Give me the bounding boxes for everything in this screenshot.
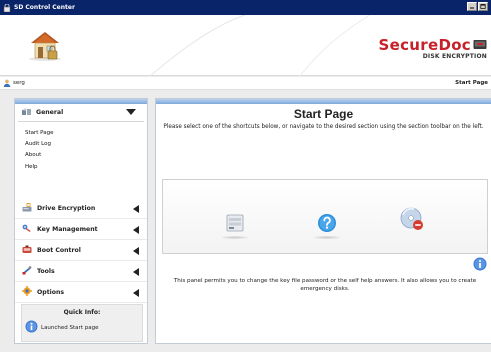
shortcuts-panel (162, 179, 488, 254)
quick-info-message: Launched Start page (41, 324, 99, 331)
shortcut-key-file[interactable] (222, 213, 248, 239)
sidebar-section-drive-encryption[interactable]: Drive Encryption (15, 198, 147, 219)
sidebar-link-help[interactable]: Help (25, 162, 147, 173)
key-management-icon (22, 224, 32, 235)
key-file-icon (225, 213, 245, 235)
sidebar-section-tools-label: Tools (37, 267, 55, 275)
window-title: SD Control Center (14, 4, 75, 11)
info-icon[interactable] (473, 257, 487, 273)
shortcut-help[interactable] (314, 213, 340, 239)
brand-name: SecureDoc (378, 36, 471, 54)
breadcrumb: Start Page (455, 80, 488, 86)
general-icon (22, 108, 31, 118)
expand-triangle-icon[interactable] (133, 247, 139, 257)
main-panel: Start Page Please select one of the shor… (155, 98, 491, 344)
expand-triangle-icon[interactable] (133, 205, 139, 215)
user-icon (3, 79, 11, 87)
sidebar-section-boot-control[interactable]: Boot Control (15, 240, 147, 261)
info-icon (25, 320, 38, 335)
quick-info-panel: Quick Info: Launched Start page (21, 304, 143, 342)
sidebar-link-about[interactable]: About (25, 150, 147, 161)
expand-triangle-icon[interactable] (133, 289, 139, 299)
collapse-triangle-icon[interactable] (126, 109, 136, 117)
expand-triangle-icon[interactable] (133, 268, 139, 278)
sidebar-section-drive-encryption-label: Drive Encryption (37, 204, 96, 212)
sidebar-section-key-management[interactable]: Key Management (15, 219, 147, 240)
tools-icon (22, 265, 32, 277)
window-controls (467, 2, 488, 11)
boot-control-icon (22, 245, 32, 256)
shortcut-emergency-disk[interactable] (400, 207, 424, 233)
house-logo-icon (27, 29, 63, 63)
header-banner: SecureDoc DISK ENCRYPTION (0, 15, 491, 76)
drive-encryption-icon (22, 202, 32, 214)
help-question-icon (317, 213, 337, 235)
sidebar-section-boot-control-label: Boot Control (37, 246, 81, 254)
quick-info-title: Quick Info: (63, 309, 101, 316)
sidebar-section-tools[interactable]: Tools (15, 261, 147, 282)
general-links: Start Page Audit Log About Help (15, 122, 147, 173)
emergency-disk-icon (400, 207, 424, 233)
sidebar-section-general-label: General (36, 109, 64, 116)
window-titlebar: SD Control Center (0, 0, 491, 15)
brand-logo: SecureDoc DISK ENCRYPTION (379, 36, 487, 60)
sidebar-section-options[interactable]: Options (15, 282, 147, 303)
sidebar-section-options-label: Options (37, 288, 65, 296)
sidebar-section-general[interactable]: General (18, 104, 144, 122)
sidebar-link-start-page[interactable]: Start Page (25, 128, 147, 139)
current-user: serg (13, 80, 25, 86)
expand-triangle-icon[interactable] (133, 226, 139, 236)
sidebar-sections: Drive Encryption Key Management Boot Con… (15, 198, 147, 303)
sidebar: General Start Page Audit Log About Help … (14, 98, 148, 344)
sidebar-link-audit-log[interactable]: Audit Log (25, 139, 147, 150)
sidebar-section-key-management-label: Key Management (37, 225, 98, 233)
page-intro-text: Please select one of the shortcuts below… (163, 124, 484, 130)
options-icon (22, 286, 32, 298)
panel-description: This panel permits you to change the key… (173, 278, 477, 292)
brand-subtitle: DISK ENCRYPTION (422, 53, 487, 60)
maximize-button[interactable] (478, 2, 488, 11)
user-bar: serg Start Page (0, 77, 491, 90)
minimize-button[interactable] (467, 2, 477, 11)
main-header-strip (156, 99, 491, 104)
app-icon (2, 3, 11, 12)
brand-drive-icon (473, 36, 487, 54)
page-title: Start Page (293, 107, 354, 121)
